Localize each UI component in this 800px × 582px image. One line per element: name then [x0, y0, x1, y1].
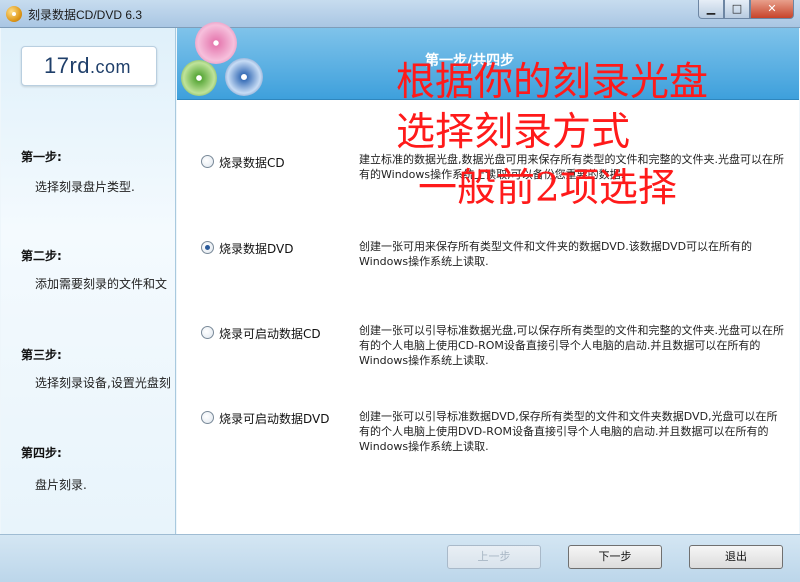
minimize-button[interactable]: ▁: [698, 0, 724, 19]
app-disc-icon: [6, 6, 22, 22]
radio-bootable-cd[interactable]: [201, 326, 214, 339]
annotation-line-1: 根据你的刻录光盘: [396, 60, 709, 105]
logo-text: 17rd.com: [44, 53, 131, 79]
option-desc: 创建一张可以引导标准数据光盘,可以保存所有类型的文件和完整的文件夹.光盘可以在所…: [359, 324, 784, 367]
radio-bootable-dvd[interactable]: [201, 411, 214, 424]
logo-main: 17rd: [44, 53, 91, 78]
option-desc: 创建一张可以引导标准数据DVD,保存所有类型的文件和文件夹数据DVD,光盘可以在…: [359, 410, 778, 453]
step-3-desc: 选择刻录设备,设置光盘刻: [35, 376, 171, 390]
option-label[interactable]: 烧录数据DVD: [219, 240, 293, 257]
exit-button[interactable]: 退出: [689, 545, 783, 569]
option-desc: 创建一张可用来保存所有类型文件和文件夹的数据DVD.该数据DVD可以在所有的Wi…: [359, 240, 753, 268]
disc-stack-icon: [195, 22, 237, 64]
radio-data-dvd[interactable]: [201, 241, 214, 254]
option-label[interactable]: 烧录可启动数据DVD: [219, 410, 329, 427]
step-4-title: 第四步:: [21, 446, 62, 460]
step-3-title: 第三步:: [21, 348, 62, 362]
maximize-button[interactable]: □: [724, 0, 750, 19]
annotation-line-2: 选择刻录方式: [396, 110, 631, 155]
step-1-desc: 选择刻录盘片类型.: [35, 180, 135, 194]
step-1-title: 第一步:: [21, 150, 62, 164]
burn-wizard-window: 刻录数据CD/DVD 6.3 ▁ □ ✕ 17rd.com 第一步: 选择刻录盘…: [0, 0, 800, 582]
next-button[interactable]: 下一步: [568, 545, 662, 569]
wizard-button-bar: 上一步 下一步 退出: [0, 534, 800, 582]
green-disc-icon: [181, 60, 217, 96]
logo: 17rd.com: [21, 46, 157, 86]
blue-disc-icon: [225, 58, 263, 96]
annotation-line-3: 一般前2项选择: [418, 166, 677, 211]
step-4-desc: 盘片刻录.: [35, 478, 87, 492]
window-title: 刻录数据CD/DVD 6.3: [28, 8, 143, 22]
prev-button[interactable]: 上一步: [447, 545, 541, 569]
option-label[interactable]: 烧录可启动数据CD: [219, 325, 321, 342]
option-label[interactable]: 烧录数据CD: [219, 154, 285, 171]
steps-sidebar: 17rd.com 第一步: 选择刻录盘片类型. 第二步: 添加需要刻录的文件和文…: [1, 28, 176, 534]
window-controls: ▁ □ ✕: [698, 0, 794, 20]
step-2-desc: 添加需要刻录的文件和文: [35, 277, 168, 291]
title-bar: 刻录数据CD/DVD 6.3 ▁ □ ✕: [0, 0, 800, 28]
close-button[interactable]: ✕: [750, 0, 794, 19]
step-2-title: 第二步:: [21, 249, 62, 263]
logo-suffix: .com: [90, 57, 132, 77]
radio-data-cd[interactable]: [201, 155, 214, 168]
